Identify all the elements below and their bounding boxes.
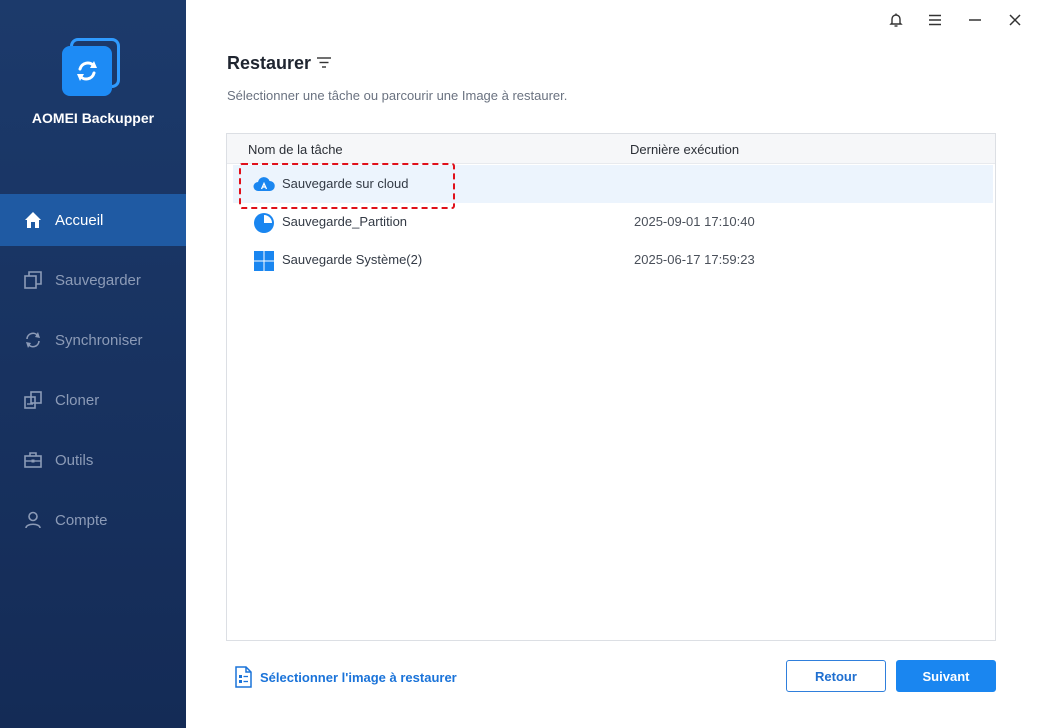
sidebar-item-label: Outils (55, 451, 94, 469)
sync-icon (23, 330, 43, 350)
task-last-run: 2025-06-17 17:59:23 (634, 252, 755, 267)
sidebar-item-label: Accueil (55, 211, 104, 229)
task-name: Sauvegarde_Partition (282, 214, 408, 229)
sidebar-item-synchroniser[interactable]: Synchroniser (0, 314, 186, 366)
partition-pie-icon (253, 212, 275, 234)
app-logo (62, 38, 122, 98)
minimize-icon[interactable] (963, 8, 987, 32)
windows-icon (253, 250, 275, 272)
task-name: Sauvegarde Système(2) (282, 252, 423, 267)
page-title: Restaurer (227, 53, 312, 73)
sidebar-item-label: Compte (55, 511, 108, 529)
back-button[interactable]: Retour (786, 660, 886, 692)
table-row[interactable]: Sauvegarde sur cloud (233, 165, 993, 203)
select-image-link[interactable]: Sélectionner l'image à restaurer (234, 666, 457, 688)
task-name: Sauvegarde sur cloud (282, 176, 409, 191)
table-header: Nom de la tâche Dernière exécution (227, 134, 995, 164)
toolbox-icon (23, 450, 43, 470)
sidebar: AOMEI Backupper Accueil Sauvegarder Sync… (0, 0, 186, 728)
image-file-icon (234, 666, 252, 688)
sidebar-item-label: Cloner (55, 391, 100, 409)
cloud-icon (253, 174, 275, 196)
column-header-task-name[interactable]: Nom de la tâche (248, 142, 343, 157)
sidebar-item-label: Synchroniser (55, 331, 143, 349)
home-icon (23, 210, 43, 230)
table-row[interactable]: Sauvegarde Système(2) 2025-06-17 17:59:2… (233, 241, 993, 279)
next-button[interactable]: Suivant (896, 660, 996, 692)
sidebar-item-accueil[interactable]: Accueil (0, 194, 186, 246)
sidebar-item-outils[interactable]: Outils (0, 434, 186, 486)
clone-icon (23, 390, 43, 410)
task-table: Nom de la tâche Dernière exécution Sauve… (226, 133, 996, 641)
column-header-last-run[interactable]: Dernière exécution (630, 142, 739, 157)
page-subtitle: Sélectionner une tâche ou parcourir une … (227, 88, 568, 103)
backup-icon (23, 270, 43, 290)
user-icon (23, 510, 43, 530)
close-icon[interactable] (1003, 8, 1027, 32)
app-window: AOMEI Backupper Accueil Sauvegarder Sync… (0, 0, 1037, 728)
app-name: AOMEI Backupper (31, 110, 155, 126)
table-row[interactable]: Sauvegarde_Partition 2025-09-01 17:10:40 (233, 203, 993, 241)
sidebar-item-compte[interactable]: Compte (0, 494, 186, 546)
sidebar-item-cloner[interactable]: Cloner (0, 374, 186, 426)
logo-sync-icon (62, 46, 112, 96)
bell-icon[interactable] (884, 8, 908, 32)
menu-icon[interactable] (923, 8, 947, 32)
task-last-run: 2025-09-01 17:10:40 (634, 214, 755, 229)
sidebar-item-label: Sauvegarder (55, 271, 141, 289)
filter-icon[interactable] (316, 55, 332, 71)
sidebar-item-sauvegarder[interactable]: Sauvegarder (0, 254, 186, 306)
select-image-label: Sélectionner l'image à restaurer (260, 669, 457, 685)
